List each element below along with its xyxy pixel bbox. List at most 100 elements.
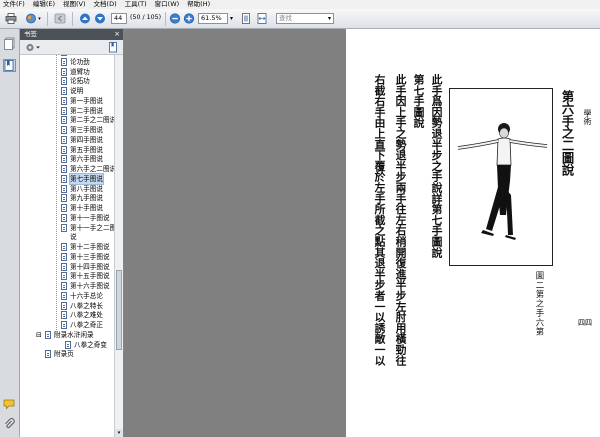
- bookmark-page-icon: [61, 223, 67, 232]
- bookmark-item[interactable]: 八拳之奇变: [20, 340, 114, 350]
- bookmark-item[interactable]: 第六手之二图说: [20, 164, 114, 174]
- bookmark-item[interactable]: 第十六手图说: [20, 281, 114, 291]
- zoom-in-button[interactable]: [183, 12, 195, 25]
- bookmark-page-icon: [61, 301, 67, 310]
- bookmarks-panel-title: 书签: [24, 30, 37, 38]
- bookmark-item[interactable]: 论功劲: [20, 57, 114, 67]
- bookmark-label: 第五手图说: [70, 145, 103, 154]
- bookmark-item[interactable]: 第十一手之二图: [20, 223, 114, 233]
- bookmark-item[interactable]: 第十五手图说: [20, 271, 114, 281]
- bookmark-item[interactable]: 第二手之二图说: [20, 115, 114, 125]
- bookmark-item-selected[interactable]: 第七手图说: [20, 172, 114, 185]
- attachment-button[interactable]: [3, 418, 16, 431]
- bookmark-item[interactable]: 说: [20, 232, 114, 242]
- bookmark-page-icon: [61, 67, 67, 76]
- bookmarks-scrollbar[interactable]: ▾: [114, 55, 123, 437]
- bookmark-item[interactable]: 第二手图说: [20, 106, 114, 116]
- bookmark-item[interactable]: 第十三手图说: [20, 252, 114, 262]
- next-page-button[interactable]: [93, 12, 107, 25]
- previous-page-button[interactable]: [78, 12, 92, 25]
- bookmark-item[interactable]: 八拳之难处: [20, 310, 114, 320]
- bookmark-page-icon: [61, 96, 67, 105]
- bookmark-item[interactable]: 第十手图说: [20, 203, 114, 213]
- bookmark-label: 第四手图说: [70, 135, 103, 144]
- body-heading: 第七手圖說: [412, 74, 425, 128]
- bookmark-page-icon: [61, 311, 67, 320]
- bookmark-page-icon: [61, 174, 67, 183]
- menu-document[interactable]: 文档(D): [91, 0, 122, 9]
- bookmark-label: 八拳之难处: [70, 311, 103, 320]
- fit-width-button[interactable]: [256, 12, 268, 25]
- bookmark-item[interactable]: 第十二手图说: [20, 242, 114, 252]
- bookmark-page-icon: [61, 262, 67, 271]
- bookmark-item[interactable]: 第四手图说: [20, 135, 114, 145]
- bookmark-page-icon: [61, 291, 67, 300]
- bookmark-item[interactable]: 说明: [20, 86, 114, 96]
- bookmark-item[interactable]: 十六手总论: [20, 291, 114, 301]
- bookmark-page-icon: [61, 116, 67, 125]
- bookmark-item[interactable]: 第九手图说: [20, 193, 114, 203]
- fit-page-button[interactable]: [240, 12, 252, 25]
- bookmark-item[interactable]: 附录水浒闲录 ⊟: [20, 330, 114, 340]
- bookmark-item[interactable]: 论拓功: [20, 76, 114, 86]
- menu-edit[interactable]: 编辑(E): [30, 0, 60, 9]
- bookmark-label: 第九手图说: [70, 194, 103, 203]
- attachment-icon: [5, 418, 15, 429]
- back-button[interactable]: [52, 12, 67, 25]
- zoom-in-icon: [183, 13, 195, 24]
- bookmark-label: 十六手总论: [70, 291, 103, 300]
- comment-button[interactable]: [3, 398, 16, 411]
- bookmark-page-icon: [61, 155, 67, 164]
- zoom-out-button[interactable]: [169, 12, 181, 25]
- pages-panel-button[interactable]: [3, 37, 16, 50]
- bookmark-label: 论功劲: [70, 57, 90, 66]
- bookmark-item[interactable]: 第三手图说: [20, 125, 114, 135]
- bookmark-item[interactable]: 第五手图说: [20, 145, 114, 155]
- bookmarks-panel: 书签 × 论不可妄言致敌论功劲道臂功论拓功说明第一手图说第二手图说第二手之二图说…: [20, 29, 124, 437]
- options-icon: [26, 43, 40, 52]
- menu-tools[interactable]: 工具(T): [122, 0, 152, 9]
- bookmark-item[interactable]: 第八手图说: [20, 184, 114, 194]
- search-input[interactable]: 查找: [276, 13, 334, 24]
- zoom-level-input[interactable]: 61.5%: [198, 13, 228, 24]
- toolbar-separator: [165, 12, 166, 26]
- bookmark-label: 八拳之奇正: [70, 321, 103, 329]
- body-text-line-1: 此手爲因勢退半步之手說詳第七手圖說: [430, 74, 443, 258]
- bookmark-label: 第七手图说: [69, 172, 104, 185]
- bookmark-label: 第十一手图说: [70, 213, 110, 222]
- email-button[interactable]: ▾: [24, 12, 42, 25]
- bookmark-options-button[interactable]: [25, 42, 41, 53]
- bookmark-item[interactable]: 八拳之特长: [20, 301, 114, 311]
- fit-width-icon: [257, 13, 267, 24]
- bookmark-item[interactable]: 八拳之奇正: [20, 320, 114, 330]
- page-number-input[interactable]: 44: [111, 13, 127, 24]
- bookmark-item[interactable]: 第一手图说: [20, 96, 114, 106]
- bookmark-page-icon: [61, 272, 67, 281]
- bookmark-item[interactable]: 道臂功: [20, 67, 114, 77]
- expand-collapse-icon[interactable]: ⊟: [36, 330, 42, 340]
- bookmark-label: 第十一手之二图: [70, 223, 114, 232]
- close-icon[interactable]: ×: [114, 29, 120, 40]
- scrollbar-thumb[interactable]: [116, 270, 122, 350]
- bookmark-panel-button[interactable]: [3, 59, 16, 72]
- bookmark-item[interactable]: 第六手图说: [20, 154, 114, 164]
- menu-window[interactable]: 窗口(W): [152, 0, 185, 9]
- page-number: 四四: [578, 319, 592, 327]
- bookmark-item[interactable]: 第十四手图说: [20, 262, 114, 272]
- bookmark-item[interactable]: 第十一手图说: [20, 213, 114, 223]
- zoom-dropdown-icon[interactable]: ▾: [230, 15, 233, 22]
- new-bookmark-button[interactable]: [108, 42, 119, 53]
- menu-help[interactable]: 帮助(H): [184, 0, 215, 9]
- print-button[interactable]: [4, 12, 18, 25]
- bookmark-page-icon: [65, 340, 71, 349]
- menu-view[interactable]: 视图(V): [60, 0, 91, 9]
- search-dropdown-icon[interactable]: ▾: [328, 15, 331, 22]
- bookmark-label: 第十四手图说: [70, 262, 110, 271]
- bookmark-label: 八拳之特长: [70, 301, 103, 310]
- toolbar-separator: [47, 12, 48, 26]
- chevron-down-icon: ▾: [38, 15, 41, 22]
- scroll-down-icon[interactable]: ▾: [115, 429, 123, 437]
- up-arrow-icon: [80, 13, 90, 24]
- menu-file[interactable]: 文件(F): [0, 0, 30, 9]
- bookmark-item[interactable]: 附录页: [20, 349, 114, 359]
